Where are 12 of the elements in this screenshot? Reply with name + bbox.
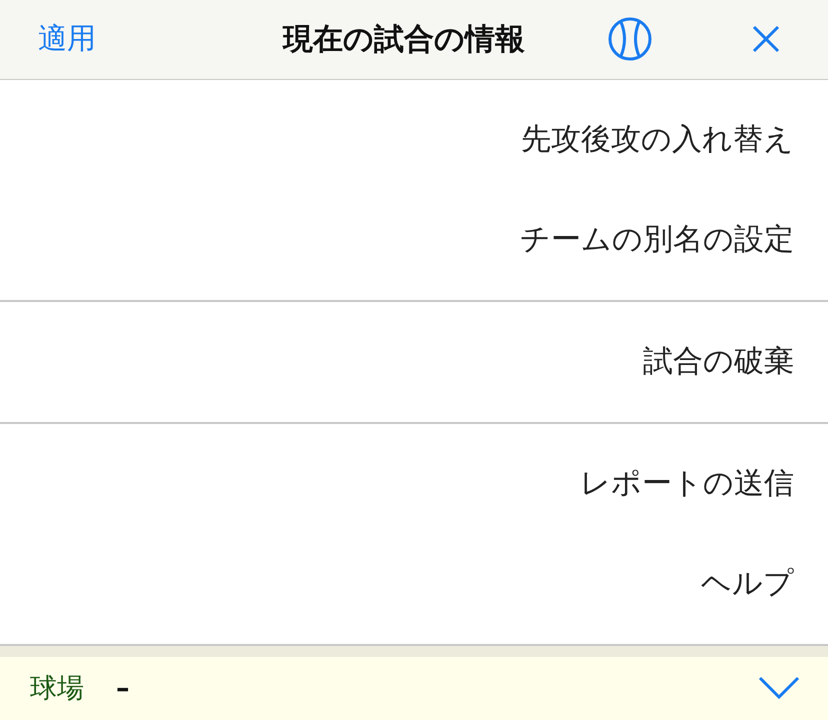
chevron-down-icon[interactable] — [758, 676, 800, 700]
window-title: 現在の試合の情報 — [283, 20, 525, 59]
close-icon[interactable] — [752, 25, 780, 54]
menu-item[interactable]: レポートの送信 — [580, 434, 828, 534]
menu-item[interactable]: ヘルプ — [701, 534, 828, 634]
menu-item[interactable]: 先攻後攻の入れ替え — [521, 90, 828, 190]
menu-item[interactable]: チームの別名の設定 — [520, 190, 828, 290]
field-label: 球場 — [30, 672, 84, 706]
apply-button[interactable]: 適用 — [38, 19, 96, 60]
ball-icon[interactable] — [608, 17, 652, 62]
field-value: – — [116, 672, 130, 704]
menu-item[interactable]: 試合の破棄 — [643, 312, 828, 412]
